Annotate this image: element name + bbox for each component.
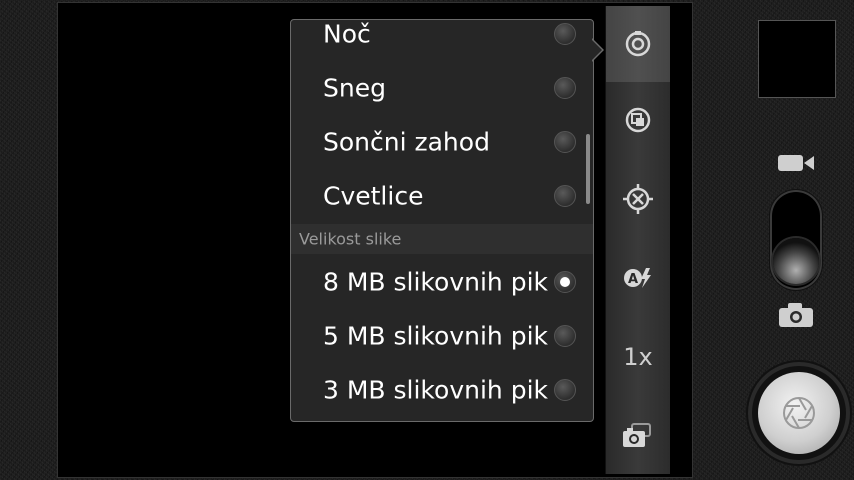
camera-settings-icon <box>625 31 651 57</box>
section-header-label: Velikost slike <box>299 229 402 249</box>
radio-button[interactable] <box>554 131 576 153</box>
size-option-5mp[interactable]: 5 MB slikovnih pik <box>291 309 593 363</box>
size-option-3mp[interactable]: 3 MB slikovnih pik <box>291 363 593 417</box>
scene-option-flowers[interactable]: Cvetlice <box>291 169 593 223</box>
radio-button-selected[interactable] <box>554 271 576 293</box>
zoom-button[interactable]: 1x <box>606 319 670 395</box>
aperture-icon <box>783 397 815 429</box>
video-camera-icon <box>778 155 814 171</box>
radio-button[interactable] <box>554 77 576 99</box>
option-label: Sneg <box>323 73 386 103</box>
flash-auto-icon: A <box>624 268 651 288</box>
option-label: Noč <box>323 19 371 49</box>
flash-mode-button[interactable]: A <box>606 240 670 316</box>
option-label: Cvetlice <box>323 181 424 211</box>
radio-button[interactable] <box>554 379 576 401</box>
still-camera-icon <box>779 303 813 327</box>
scene-option-night[interactable]: Noč <box>291 19 593 61</box>
radio-button[interactable] <box>554 23 576 45</box>
picture-size-header: Velikost slike <box>291 224 593 254</box>
last-photo-thumbnail[interactable] <box>758 20 836 98</box>
radio-button[interactable] <box>554 185 576 207</box>
shutter-button-face <box>758 372 840 454</box>
focus-mode-button[interactable] <box>606 161 670 237</box>
focus-mode-icon <box>623 184 653 214</box>
camera-video-mode-switch[interactable] <box>770 190 822 290</box>
scene-mode-button[interactable] <box>606 82 670 158</box>
mode-switch-knob[interactable] <box>773 238 819 284</box>
shutter-button[interactable] <box>752 366 846 460</box>
svg-text:A: A <box>628 272 638 287</box>
camera-settings-button[interactable] <box>606 6 670 82</box>
settings-popup: Noč Sneg Sončni zahod Cvetlice Velikost … <box>290 19 594 422</box>
size-option-8mp[interactable]: 8 MB slikovnih pik <box>291 255 593 309</box>
scene-option-sunset[interactable]: Sončni zahod <box>291 115 593 169</box>
switch-camera-icon <box>623 423 651 447</box>
scene-mode-icon <box>625 107 651 133</box>
option-label: 8 MB slikovnih pik <box>323 267 548 297</box>
radio-button[interactable] <box>554 325 576 347</box>
camera-settings-bar: A 1x <box>605 6 670 474</box>
popup-pointer-fill <box>591 39 602 61</box>
scene-option-snow[interactable]: Sneg <box>291 61 593 115</box>
zoom-level: 1x <box>623 343 653 371</box>
switch-camera-button[interactable] <box>606 398 670 474</box>
option-label: Sončni zahod <box>323 127 490 157</box>
option-label: 3 MB slikovnih pik <box>323 375 548 405</box>
popup-scrollbar[interactable] <box>586 134 590 204</box>
option-label: 5 MB slikovnih pik <box>323 321 548 351</box>
